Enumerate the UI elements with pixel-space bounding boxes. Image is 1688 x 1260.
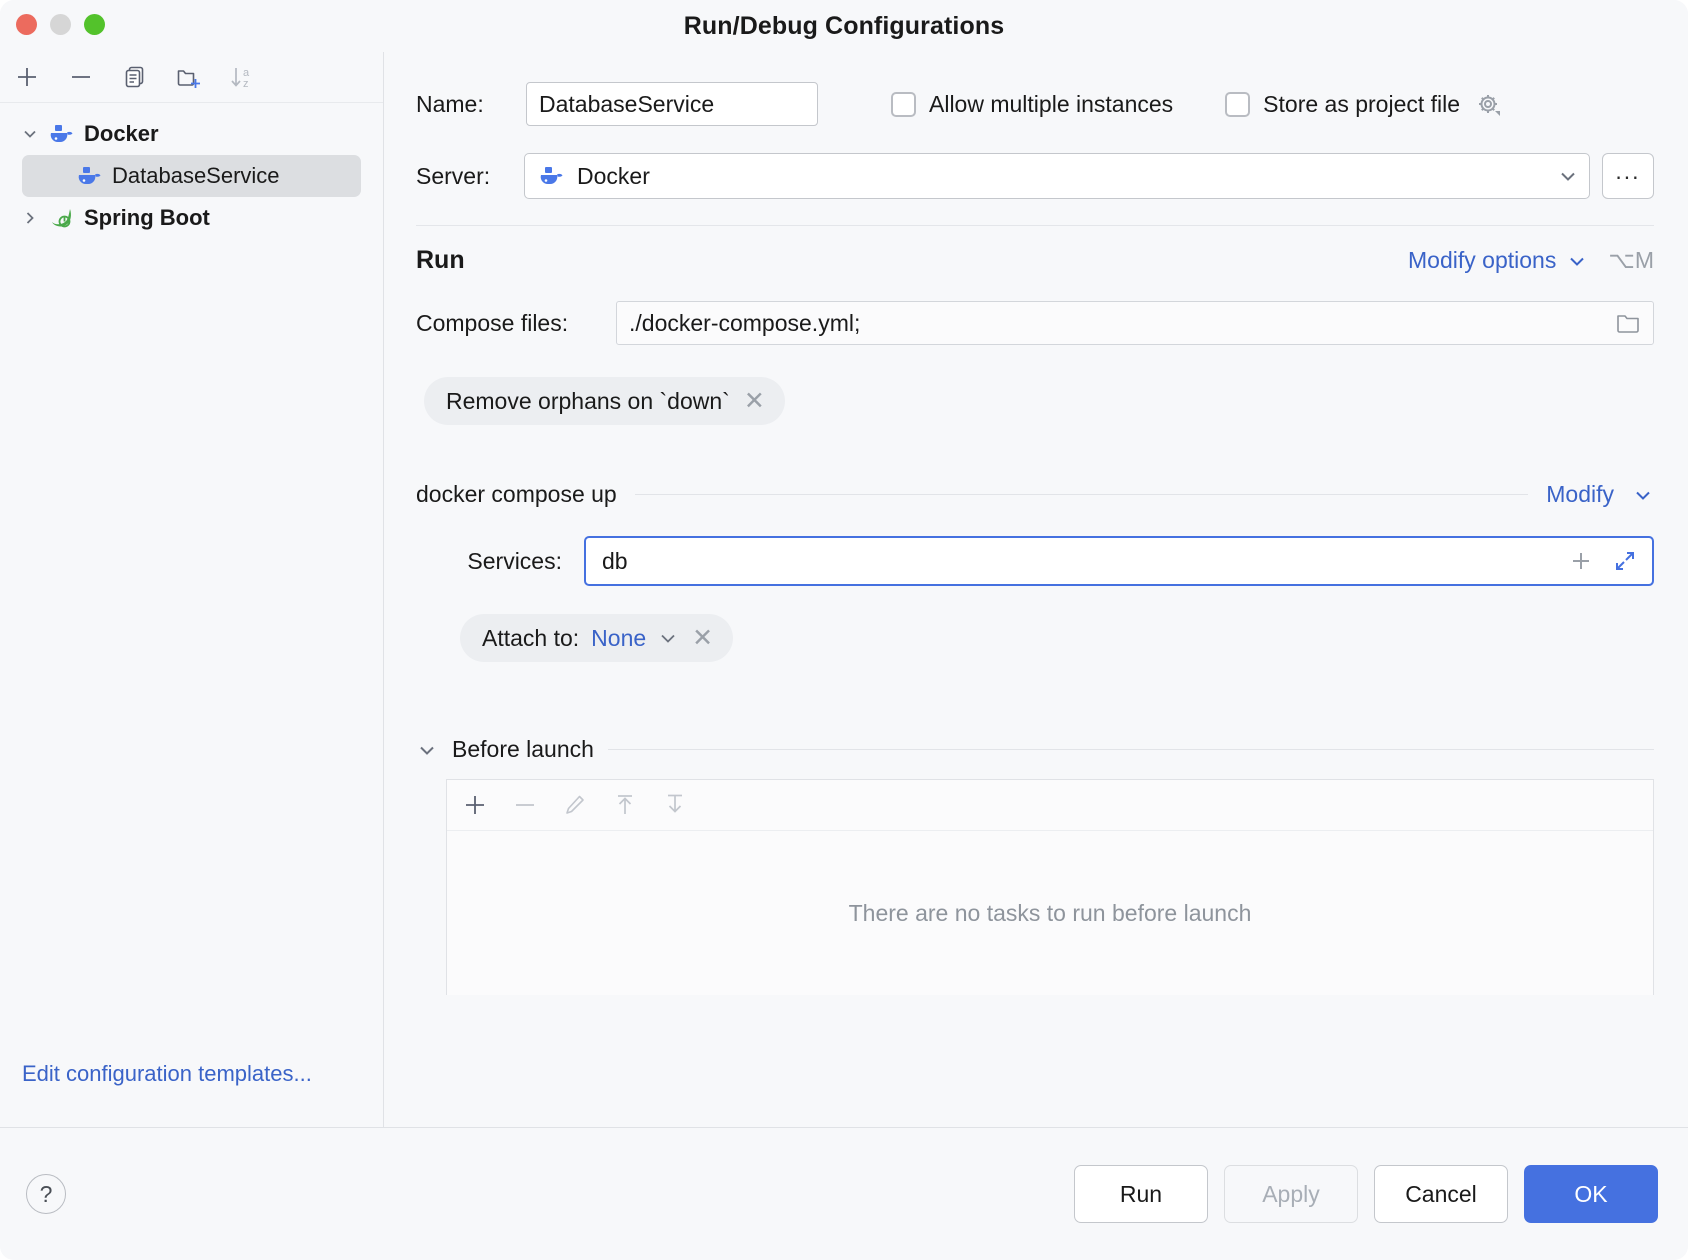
attach-to-value[interactable]: None [591,625,646,652]
server-row: Server: Docker [416,153,1654,199]
server-dropdown[interactable]: Docker [524,153,1590,199]
minimize-window-button[interactable] [50,14,71,35]
modify-options-link[interactable]: Modify options [1408,247,1556,274]
attach-to-label: Attach to: [482,625,579,652]
tree-item-label: Spring Boot [84,205,210,231]
spring-icon [48,205,76,231]
move-task-down-button[interactable] [661,791,689,819]
allow-multiple-instances-checkbox[interactable]: Allow multiple instances [891,91,1173,118]
run-section-header: Run Modify options ⌥M [416,246,1654,275]
copy-configuration-button[interactable] [121,63,149,91]
before-launch-empty-message: There are no tasks to run before launch [447,831,1653,995]
run-section-title: Run [416,246,465,275]
run-button[interactable]: Run [1074,1165,1208,1223]
before-launch-header[interactable]: Before launch [416,736,1654,763]
tree-item-databaseservice[interactable]: DatabaseService [22,155,361,197]
docker-icon [48,121,76,147]
remove-configuration-button[interactable] [67,63,95,91]
services-row: Services: db [416,536,1654,586]
divider [608,749,1654,750]
dialog-body: a z [0,52,1688,1127]
chevron-down-icon[interactable] [1632,484,1654,506]
compose-files-value: ./docker-compose.yml; [629,310,860,337]
chip-label: Remove orphans on `down` [446,388,730,415]
gear-icon[interactable] [1473,89,1503,119]
divider [635,494,1529,495]
modify-link[interactable]: Modify [1546,481,1614,508]
edit-configuration-templates-link[interactable]: Edit configuration templates... [22,1061,312,1087]
dialog-footer: ? Run Apply Cancel OK [0,1127,1688,1260]
configuration-editor: Name: DatabaseService Allow multiple ins… [384,52,1688,1127]
store-as-project-file-label: Store as project file [1263,91,1460,118]
attach-to-chip[interactable]: Attach to: None ✕ [460,614,733,662]
dialog-buttons: Run Apply Cancel OK [1074,1165,1658,1223]
chevron-down-icon[interactable] [1557,165,1579,187]
before-launch-toolbar [447,780,1653,831]
cancel-button[interactable]: Cancel [1374,1165,1508,1223]
close-icon[interactable]: ✕ [742,389,767,414]
name-input[interactable]: DatabaseService [526,82,818,126]
sidebar-toolbar: a z [0,52,383,103]
remove-orphans-chip[interactable]: Remove orphans on `down` ✕ [424,377,785,425]
allow-multiple-instances-label: Allow multiple instances [929,91,1173,118]
move-task-up-button[interactable] [611,791,639,819]
compose-up-section-title: docker compose up [416,481,617,508]
section-divider [416,225,1654,226]
configurations-tree: Docker DatabaseService [0,103,383,1127]
compose-files-row: Compose files: ./docker-compose.yml; [416,301,1654,345]
checkbox-box[interactable] [891,92,916,117]
plus-icon[interactable] [1568,548,1594,574]
folder-icon[interactable] [1615,312,1641,334]
configurations-sidebar: a z [0,52,384,1127]
compose-up-section-header: docker compose up Modify [416,481,1654,508]
new-folder-button[interactable] [175,63,203,91]
compose-files-input[interactable]: ./docker-compose.yml; [616,301,1654,345]
docker-icon [76,163,104,189]
checkbox-box[interactable] [1225,92,1250,117]
option-chips: Remove orphans on `down` ✕ [424,377,1654,425]
server-label: Server: [416,163,524,190]
name-label: Name: [416,91,524,118]
docker-icon [539,165,565,187]
tree-item-label: Docker [84,121,159,147]
run-debug-configurations-dialog: Run/Debug Configurations [0,0,1688,1260]
title-bar: Run/Debug Configurations [0,0,1688,52]
before-launch-panel: There are no tasks to run before launch [446,779,1654,995]
window-controls [16,14,105,35]
store-as-project-file-checkbox[interactable]: Store as project file [1225,89,1503,119]
add-task-button[interactable] [461,791,489,819]
window-title: Run/Debug Configurations [0,12,1688,41]
server-browse-button[interactable]: ... [1602,153,1654,199]
help-button[interactable]: ? [26,1174,66,1214]
svg-text:z: z [243,78,249,90]
tree-item-label: DatabaseService [112,163,280,189]
close-window-button[interactable] [16,14,37,35]
before-launch-title: Before launch [452,736,594,763]
chevron-down-icon[interactable] [658,628,678,648]
chevron-down-icon[interactable] [20,125,40,143]
add-configuration-button[interactable] [13,63,41,91]
zoom-window-button[interactable] [84,14,105,35]
server-value: Docker [577,163,650,190]
tree-item-spring-boot[interactable]: Spring Boot [0,197,383,239]
name-row: Name: DatabaseService Allow multiple ins… [416,82,1654,126]
close-icon[interactable]: ✕ [690,626,715,651]
ok-button[interactable]: OK [1524,1165,1658,1223]
compose-files-label: Compose files: [416,310,616,337]
remove-task-button[interactable] [511,791,539,819]
services-label: Services: [416,548,584,575]
modify-options-shortcut: ⌥M [1608,247,1654,274]
attach-chips: Attach to: None ✕ [460,614,1654,662]
tree-item-docker[interactable]: Docker [0,113,383,155]
chevron-right-icon[interactable] [20,209,40,227]
chevron-down-icon[interactable] [416,739,438,761]
expand-icon[interactable] [1612,548,1638,574]
services-input[interactable]: db [584,536,1654,586]
chevron-down-icon[interactable] [1566,250,1588,272]
edit-task-button[interactable] [561,791,589,819]
apply-button[interactable]: Apply [1224,1165,1358,1223]
sort-alphabetically-button[interactable]: a z [229,63,257,91]
services-value: db [602,548,628,575]
